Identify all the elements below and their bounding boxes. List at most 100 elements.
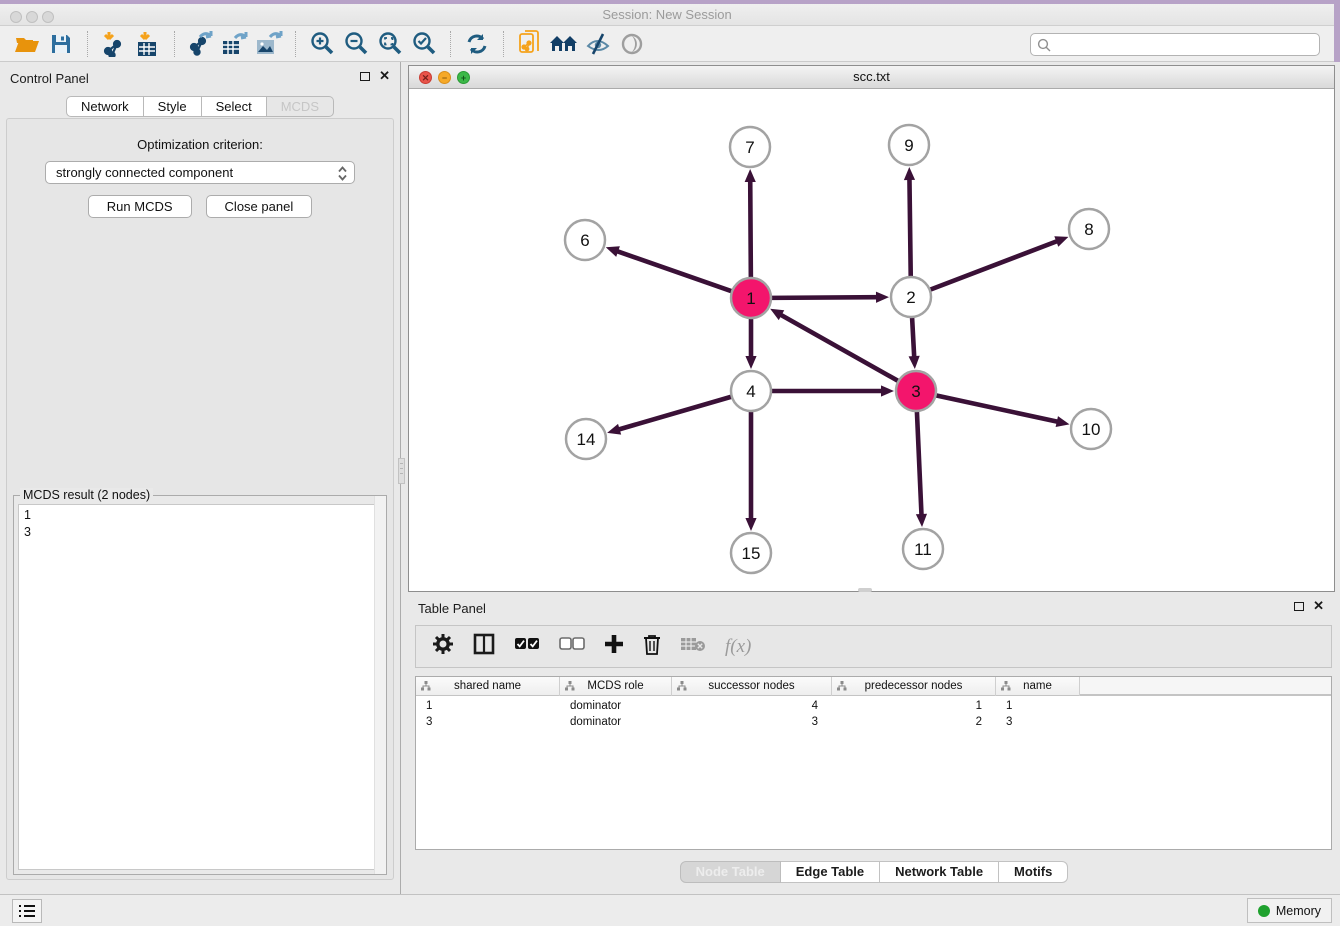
control-tab-style[interactable]: Style [144,96,202,117]
hide-graphics-details-button[interactable] [581,29,615,59]
trash-icon [643,634,661,655]
export-table-button[interactable] [218,29,252,59]
import-network-icon [101,31,127,57]
control-panel-tabs: NetworkStyleSelectMCDS [0,96,400,117]
open-session-button[interactable] [10,29,44,59]
graph-edge-1-7[interactable] [750,181,751,277]
close-panel-button[interactable]: Close panel [206,195,313,218]
table-tab-edge-table[interactable]: Edge Table [781,861,880,883]
network-maximize-button[interactable]: + [457,71,470,84]
zoom-in-button[interactable] [305,29,339,59]
close-table-panel-icon[interactable]: ✕ [1313,601,1324,611]
result-scrollbar[interactable] [374,496,386,874]
desktop-edge-right [1334,0,1340,62]
minimize-window-button[interactable] [26,11,38,23]
window-resize-handle[interactable] [858,588,872,592]
table-cell[interactable]: dominator [560,714,672,730]
search-field[interactable] [1030,33,1320,56]
column-header-successor-nodes[interactable]: successor nodes [672,677,832,696]
panel-splitter-handle[interactable] [398,458,405,484]
zoom-window-button[interactable] [42,11,54,23]
import-network-button[interactable] [97,29,131,59]
zoom-selected-button[interactable] [407,29,441,59]
control-tab-select[interactable]: Select [202,96,267,117]
table-cell[interactable]: 4 [672,698,832,714]
mcds-result-text[interactable]: 1 3 [18,504,382,870]
save-disk-icon [50,33,72,55]
table-cell[interactable]: 3 [996,714,1080,730]
add-column-button[interactable] [604,634,624,659]
graph-edge-4-14[interactable] [619,397,731,430]
close-panel-icon[interactable]: ✕ [379,71,390,81]
toolbar-separator [295,31,296,57]
node-label-14: 14 [577,430,596,449]
task-history-button[interactable] [12,899,42,923]
save-session-button[interactable] [44,29,78,59]
network-canvas[interactable]: 1234678910111415 [409,89,1334,591]
criterion-select[interactable]: strongly connected component [45,161,355,184]
zoom-fit-icon [378,31,403,56]
float-table-panel-icon[interactable] [1294,602,1304,611]
run-mcds-button[interactable]: Run MCDS [88,195,192,218]
network-graph[interactable]: 1234678910111415 [409,89,1334,591]
select-stepper-icon [337,165,348,188]
network-window-titlebar[interactable]: ✕ − + scc.txt [409,66,1334,89]
deselect-all-rows-button[interactable] [559,637,585,656]
eye-slash-icon [585,32,611,56]
graph-edge-2-9[interactable] [909,179,910,276]
graph-edge-3-1[interactable] [781,315,898,381]
close-window-button[interactable] [10,11,22,23]
app-titlebar: Session: New Session [0,4,1334,26]
graph-edge-3-11[interactable] [917,412,922,515]
show-columns-button[interactable] [473,633,495,660]
table-cell[interactable]: 2 [832,714,996,730]
memory-status-icon [1258,905,1270,917]
table-cell[interactable]: 1 [832,698,996,714]
zoom-fit-button[interactable] [373,29,407,59]
table-cell[interactable]: 1 [996,698,1080,714]
table-settings-button[interactable] [432,633,454,660]
delete-table-button[interactable] [680,636,706,657]
first-neighbors-button[interactable] [547,29,581,59]
export-network-button[interactable] [184,29,218,59]
control-tab-mcds[interactable]: MCDS [267,96,334,117]
network-close-button[interactable]: ✕ [419,71,432,84]
table-row[interactable]: 3dominator323 [416,714,1331,730]
import-table-button[interactable] [131,29,165,59]
function-builder-button[interactable]: f(x) [725,636,751,658]
network-minimize-button[interactable]: − [438,71,451,84]
birds-eye-view-button[interactable] [615,29,649,59]
column-header-name[interactable]: name [996,677,1080,696]
export-image-button[interactable] [252,29,286,59]
delete-column-button[interactable] [643,634,661,660]
table-panel: Table Panel ✕ f(x) shared nameMCDS roles… [408,597,1340,894]
table-cell[interactable]: 3 [416,714,560,730]
duplicate-network-button[interactable] [513,29,547,59]
zoom-out-button[interactable] [339,29,373,59]
graph-edge-3-10[interactable] [937,395,1058,421]
table-tab-network-table[interactable]: Network Table [880,861,999,883]
app-title: Session: New Session [0,4,1334,26]
table-cell[interactable]: dominator [560,698,672,714]
table-cell[interactable]: 3 [672,714,832,730]
column-header-MCDS-role[interactable]: MCDS role [560,677,672,696]
table-tab-node-table[interactable]: Node Table [680,861,781,883]
table-row[interactable]: 1dominator411 [416,698,1331,714]
graph-edge-1-2[interactable] [772,297,877,298]
column-header-label: successor nodes [708,680,794,692]
graph-edge-1-6[interactable] [617,251,731,291]
table-tab-motifs[interactable]: Motifs [999,861,1068,883]
table-cell[interactable]: 1 [416,698,560,714]
node-label-4: 4 [746,382,755,401]
graph-edge-2-8[interactable] [931,241,1058,289]
node-label-7: 7 [745,138,754,157]
graph-edge-2-3[interactable] [912,318,914,357]
memory-button[interactable]: Memory [1247,898,1332,923]
column-header-shared-name[interactable]: shared name [416,677,560,696]
control-tab-network[interactable]: Network [66,96,144,117]
select-all-rows-button[interactable] [514,637,540,656]
search-input[interactable] [1055,38,1319,52]
column-header-predecessor-nodes[interactable]: predecessor nodes [832,677,996,696]
float-panel-icon[interactable] [360,72,370,81]
apply-layout-button[interactable] [460,29,494,59]
